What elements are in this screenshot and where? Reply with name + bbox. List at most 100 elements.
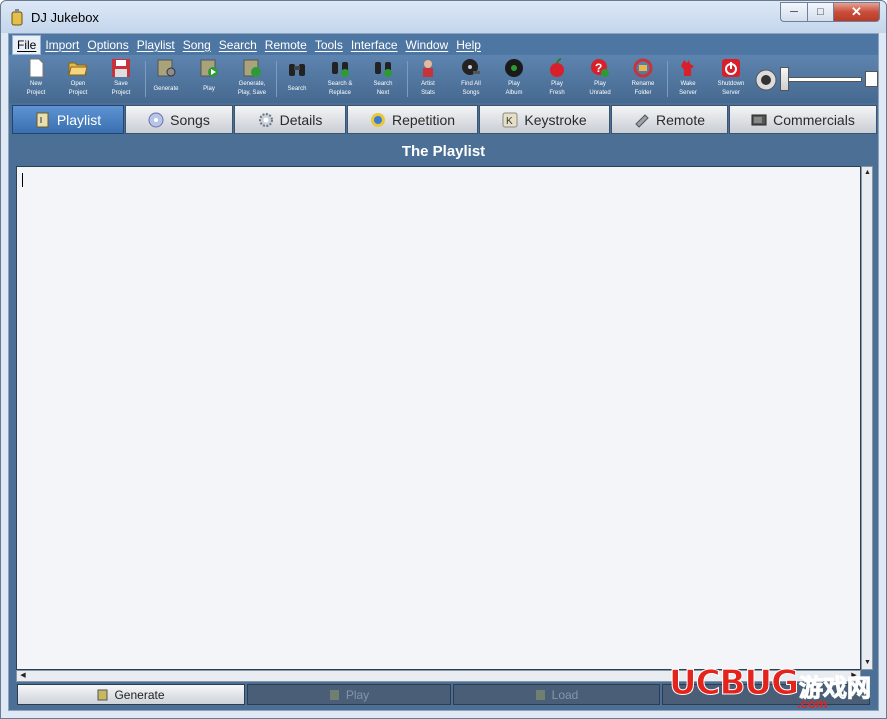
apple-icon (550, 58, 564, 77)
svg-text:K: K (506, 116, 513, 127)
generate-bottom-button[interactable]: Generate (17, 684, 245, 705)
tab-keystroke-label: Keystroke (524, 111, 587, 128)
generate-label: Generate (153, 86, 179, 92)
toolbar: New Project Open Project Save Project Gener… (9, 55, 878, 103)
scroll-up-arrow-icon[interactable]: ▲ (863, 168, 872, 178)
volume-slider-thumb[interactable] (780, 67, 789, 91)
menu-search[interactable]: Search (215, 36, 261, 54)
tab-details[interactable]: Details (234, 105, 346, 134)
search-next-label-2: Next (376, 90, 390, 96)
menu-options[interactable]: Options (83, 36, 132, 54)
watermark-com: .com (797, 696, 828, 711)
generate-play-save-label-1: Generate, (238, 81, 266, 87)
generate-play-icon (243, 59, 261, 77)
speaker-icon (755, 69, 777, 91)
tab-playlist[interactable]: Playlist (12, 105, 124, 134)
scroll-left-arrow-icon[interactable]: ◀ (18, 671, 28, 681)
menu-bar: File Import Options Playlist Song Search… (9, 34, 878, 55)
open-project-label-1: Open (70, 81, 86, 87)
binoculars-replace-icon (332, 62, 349, 77)
jukebox-app-icon (11, 9, 23, 26)
menu-file[interactable]: File (12, 34, 42, 55)
watermark-logo: UCBUG 游戏网 .com (669, 663, 879, 713)
find-all-songs-label-1: Find All (461, 81, 481, 87)
menu-interface[interactable]: Interface (347, 36, 402, 54)
tab-playlist-label: Playlist (56, 111, 102, 128)
play-album-button[interactable]: Play Album (493, 57, 535, 101)
artist-stats-button[interactable]: Artist Stats (407, 57, 449, 101)
generate-button[interactable]: Generate (145, 57, 187, 101)
tab-bar: Playlist Songs Details Repetition K Keys… (10, 105, 879, 135)
cd-search-icon (462, 59, 480, 75)
generate-play-save-button[interactable]: Generate, Play, Save (231, 57, 273, 101)
tab-commercials[interactable]: Commercials (729, 105, 877, 134)
play-button[interactable]: Play (188, 57, 230, 101)
generate-icon (157, 59, 176, 77)
save-project-button[interactable]: Save Project (100, 57, 142, 101)
client-area: File Import Options Playlist Song Search… (8, 33, 879, 711)
window-controls: ─ □ ✕ (780, 2, 880, 22)
binoculars-icon (289, 64, 305, 76)
volume-slider-end (865, 71, 878, 87)
play-album-label-2: Album (505, 90, 523, 96)
watermark-main: UCBUG (669, 663, 800, 704)
artist-stats-label-2: Stats (421, 90, 435, 96)
search-replace-label-1: Search & (327, 81, 353, 87)
wake-server-button[interactable]: Wake Server (667, 57, 709, 101)
play-fresh-label-1: Play (551, 81, 563, 87)
play-fresh-label-2: Fresh (549, 90, 565, 96)
tab-details-label: Details (279, 111, 323, 128)
binoculars-next-icon (375, 62, 392, 77)
menu-import[interactable]: Import (41, 36, 83, 54)
generate-bottom-label: Generate (114, 687, 165, 702)
find-all-songs-label-2: Songs (462, 90, 480, 96)
maximize-button[interactable]: □ (807, 2, 833, 22)
find-all-songs-button[interactable]: Find All Songs (450, 57, 492, 101)
menu-playlist[interactable]: Playlist (133, 36, 179, 54)
play-bottom-label: Play (345, 687, 370, 702)
menu-song[interactable]: Song (179, 36, 215, 54)
section-title: The Playlist (401, 143, 486, 160)
load-small-icon (535, 689, 545, 700)
play-unrated-button[interactable]: ? Play Unrated (579, 57, 621, 101)
shutdown-server-button[interactable]: Shutdown Server (710, 57, 752, 101)
album-icon (505, 59, 523, 77)
play-bottom-button[interactable]: Play (247, 684, 451, 705)
tab-remote-label: Remote (655, 111, 706, 128)
menu-tools[interactable]: Tools (311, 36, 347, 54)
key-icon: K (502, 112, 518, 127)
volume-slider-track[interactable] (782, 77, 862, 82)
menu-help[interactable]: Help (452, 36, 485, 54)
repeat-icon (370, 112, 385, 127)
load-bottom-button[interactable]: Load (453, 684, 660, 705)
play-fresh-button[interactable]: Play Fresh (536, 57, 578, 101)
minimize-button[interactable]: ─ (780, 2, 807, 22)
tab-keystroke[interactable]: K Keystroke (479, 105, 610, 134)
search-button[interactable]: Search (276, 57, 318, 101)
new-project-button[interactable]: New Project (15, 57, 57, 101)
artist-stats-label-1: Artist (421, 81, 435, 87)
playlist-text-area[interactable] (16, 166, 861, 670)
menu-window[interactable]: Window (402, 36, 453, 54)
tab-repetition[interactable]: Repetition (347, 105, 478, 134)
rename-folder-button[interactable]: Rename Folder (622, 57, 664, 101)
new-page-icon (29, 58, 44, 78)
load-bottom-label: Load (551, 687, 579, 702)
search-next-button[interactable]: Search Next (362, 57, 404, 101)
play-album-label-1: Play (508, 81, 520, 87)
vertical-scrollbar[interactable]: ▲ ▼ (861, 166, 873, 670)
play-doc-icon (200, 59, 218, 77)
cd-icon (148, 112, 164, 127)
close-button[interactable]: ✕ (833, 2, 880, 22)
new-project-label-2: Project (26, 90, 46, 96)
wake-server-label-2: Server (679, 90, 697, 96)
search-next-label-1: Search (373, 81, 393, 87)
menu-remote[interactable]: Remote (261, 36, 311, 54)
tab-remote[interactable]: Remote (611, 105, 728, 134)
rename-folder-label-1: Rename (631, 81, 655, 87)
tab-songs[interactable]: Songs (125, 105, 233, 134)
open-project-button[interactable]: Open Project (57, 57, 99, 101)
artist-icon (423, 60, 433, 77)
generate-small-icon (97, 689, 108, 700)
search-replace-button[interactable]: Search & Replace (319, 57, 361, 101)
